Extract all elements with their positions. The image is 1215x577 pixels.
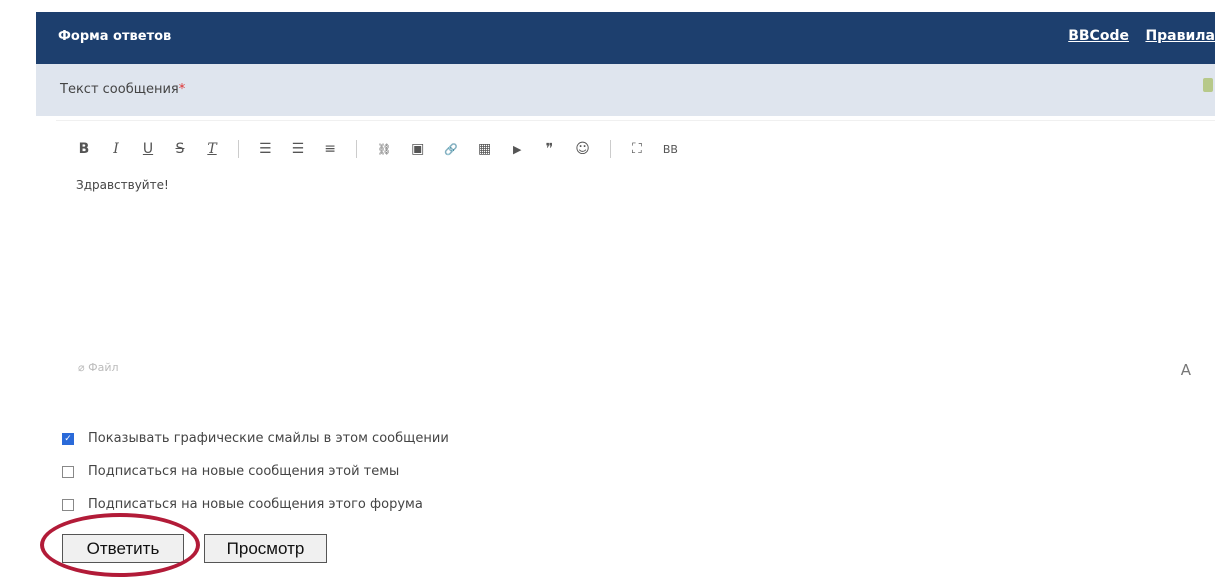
- video-icon[interactable]: ▶: [511, 143, 523, 156]
- form-title: Форма ответов: [58, 29, 172, 44]
- link-icon[interactable]: 🔗: [444, 143, 458, 156]
- checkbox-subscribe-topic[interactable]: [62, 465, 74, 478]
- editor-toolbar: B I U S T ☰ ☰ ≡ ⛓ ▣ 🔗 ▦ ▶ ❞ ☺ ⛶ BB: [78, 137, 698, 161]
- strikethrough-button[interactable]: S: [174, 141, 186, 157]
- message-label-bar: Текст сообщения*: [36, 64, 1215, 116]
- option-label: Подписаться на новые сообщения этого фор…: [88, 497, 423, 512]
- italic-button[interactable]: I: [110, 141, 122, 157]
- post-options: ✓ Показывать графические смайлы в этом с…: [62, 422, 449, 521]
- image-icon[interactable]: ▣: [411, 141, 424, 157]
- option-show-smilies[interactable]: ✓ Показывать графические смайлы в этом с…: [62, 422, 449, 455]
- checkbox-show-smilies[interactable]: ✓: [62, 432, 74, 445]
- emoji-icon[interactable]: ☺: [575, 141, 590, 157]
- required-mark: *: [178, 82, 186, 97]
- option-subscribe-topic[interactable]: Подписаться на новые сообщения этой темы: [62, 455, 449, 488]
- underline-button[interactable]: U: [142, 141, 154, 157]
- ordered-list-icon[interactable]: ☰: [259, 141, 272, 157]
- message-text[interactable]: Здравствуйте!: [76, 178, 169, 192]
- option-label: Показывать графические смайлы в этом соо…: [88, 431, 449, 446]
- clear-format-button[interactable]: T: [206, 141, 218, 157]
- unordered-list-icon[interactable]: ☰: [292, 141, 305, 157]
- toolbar-divider: [609, 140, 611, 158]
- message-editor[interactable]: B I U S T ☰ ☰ ≡ ⛓ ▣ 🔗 ▦ ▶ ❞ ☺ ⛶ BB Здрав…: [56, 120, 1215, 397]
- fullscreen-icon[interactable]: ⛶: [631, 141, 643, 157]
- emoji-pack-icon[interactable]: [1203, 78, 1213, 92]
- unlink-icon[interactable]: ⛓: [377, 143, 391, 156]
- message-label: Текст сообщения*: [60, 82, 185, 97]
- bbcode-link[interactable]: BBCode: [1068, 28, 1129, 44]
- message-label-text: Текст сообщения: [60, 82, 179, 97]
- paperclip-icon: ⌀: [78, 361, 85, 374]
- preview-button[interactable]: Просмотр: [204, 534, 327, 563]
- quote-icon[interactable]: ❞: [543, 141, 555, 157]
- bbcode-mode-button[interactable]: BB: [663, 143, 678, 156]
- checkbox-subscribe-forum[interactable]: [62, 498, 74, 511]
- reply-form-header: Форма ответов BBCode Правила: [36, 12, 1215, 64]
- media-icon[interactable]: ▦: [478, 141, 491, 157]
- align-icon[interactable]: ≡: [324, 141, 336, 157]
- header-links: BBCode Правила: [1056, 28, 1215, 44]
- rules-link[interactable]: Правила: [1145, 28, 1215, 44]
- bold-button[interactable]: B: [78, 141, 90, 157]
- attach-file-button[interactable]: ⌀ Файл: [78, 361, 119, 374]
- attach-label: Файл: [88, 361, 119, 374]
- reply-highlight-circle: [40, 513, 200, 577]
- toolbar-divider: [238, 140, 239, 158]
- option-label: Подписаться на новые сообщения этой темы: [88, 464, 400, 479]
- toolbar-divider: [356, 140, 358, 158]
- font-size-button[interactable]: A: [1181, 361, 1191, 379]
